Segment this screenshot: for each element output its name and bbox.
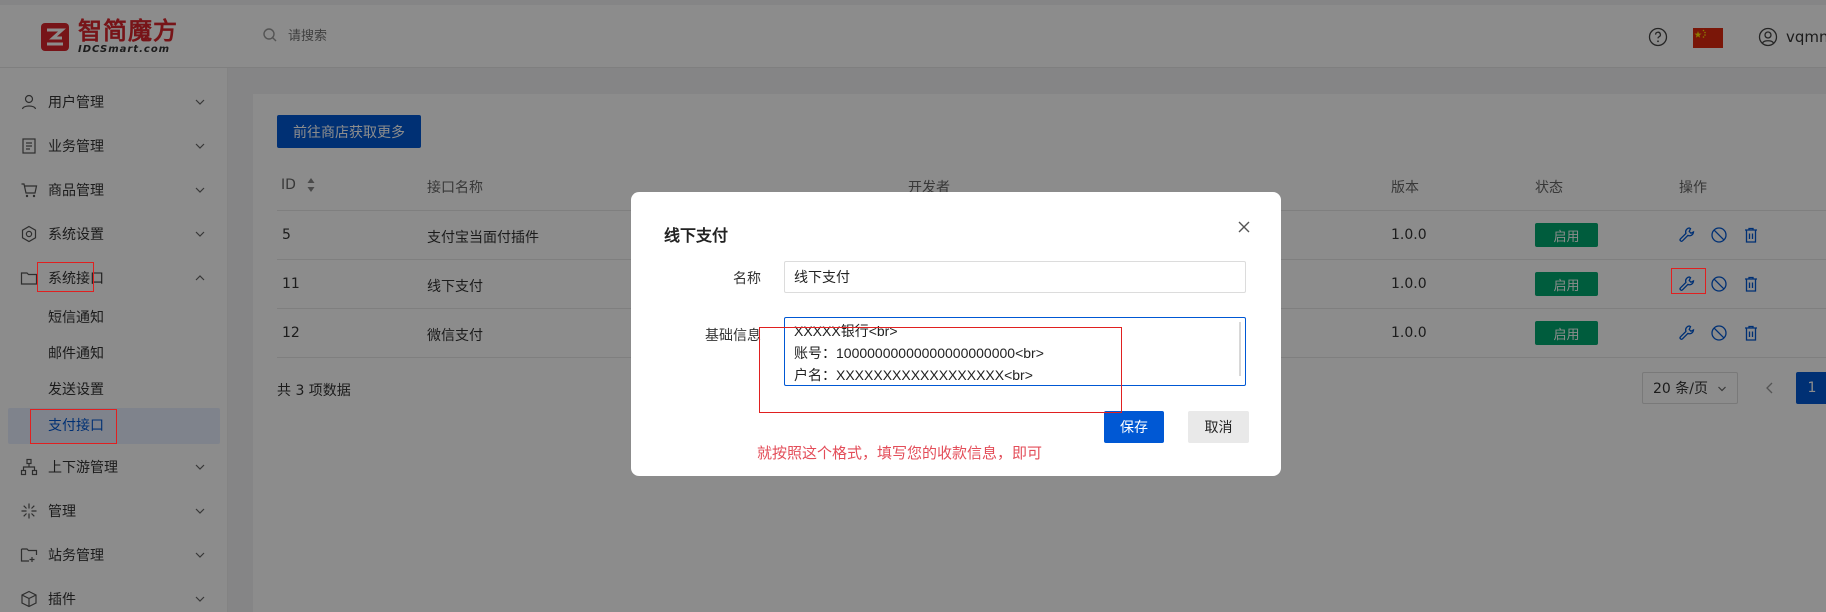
save-button[interactable]: 保存 [1104, 411, 1164, 443]
annotation-box-payment [30, 409, 117, 444]
name-label: 名称 [733, 271, 761, 287]
annotation-box-textarea [759, 327, 1122, 413]
close-icon[interactable] [1237, 220, 1251, 234]
dialog-title: 线下支付 [664, 226, 729, 245]
name-input[interactable] [784, 261, 1246, 293]
annotation-box-menu [37, 262, 94, 292]
app-root: 智简魔方 IDCSmart.com 请搜索 vqmn 用户管理 业务管理 商品管… [0, 0, 1826, 612]
format-hint: 就按照这个格式，填写您的收款信息，即可 [757, 444, 1043, 462]
textarea-scrollbar[interactable] [1239, 322, 1241, 376]
annotation-box-wrench [1671, 268, 1706, 294]
cancel-button[interactable]: 取消 [1188, 411, 1249, 443]
info-label: 基础信息 [705, 328, 761, 344]
